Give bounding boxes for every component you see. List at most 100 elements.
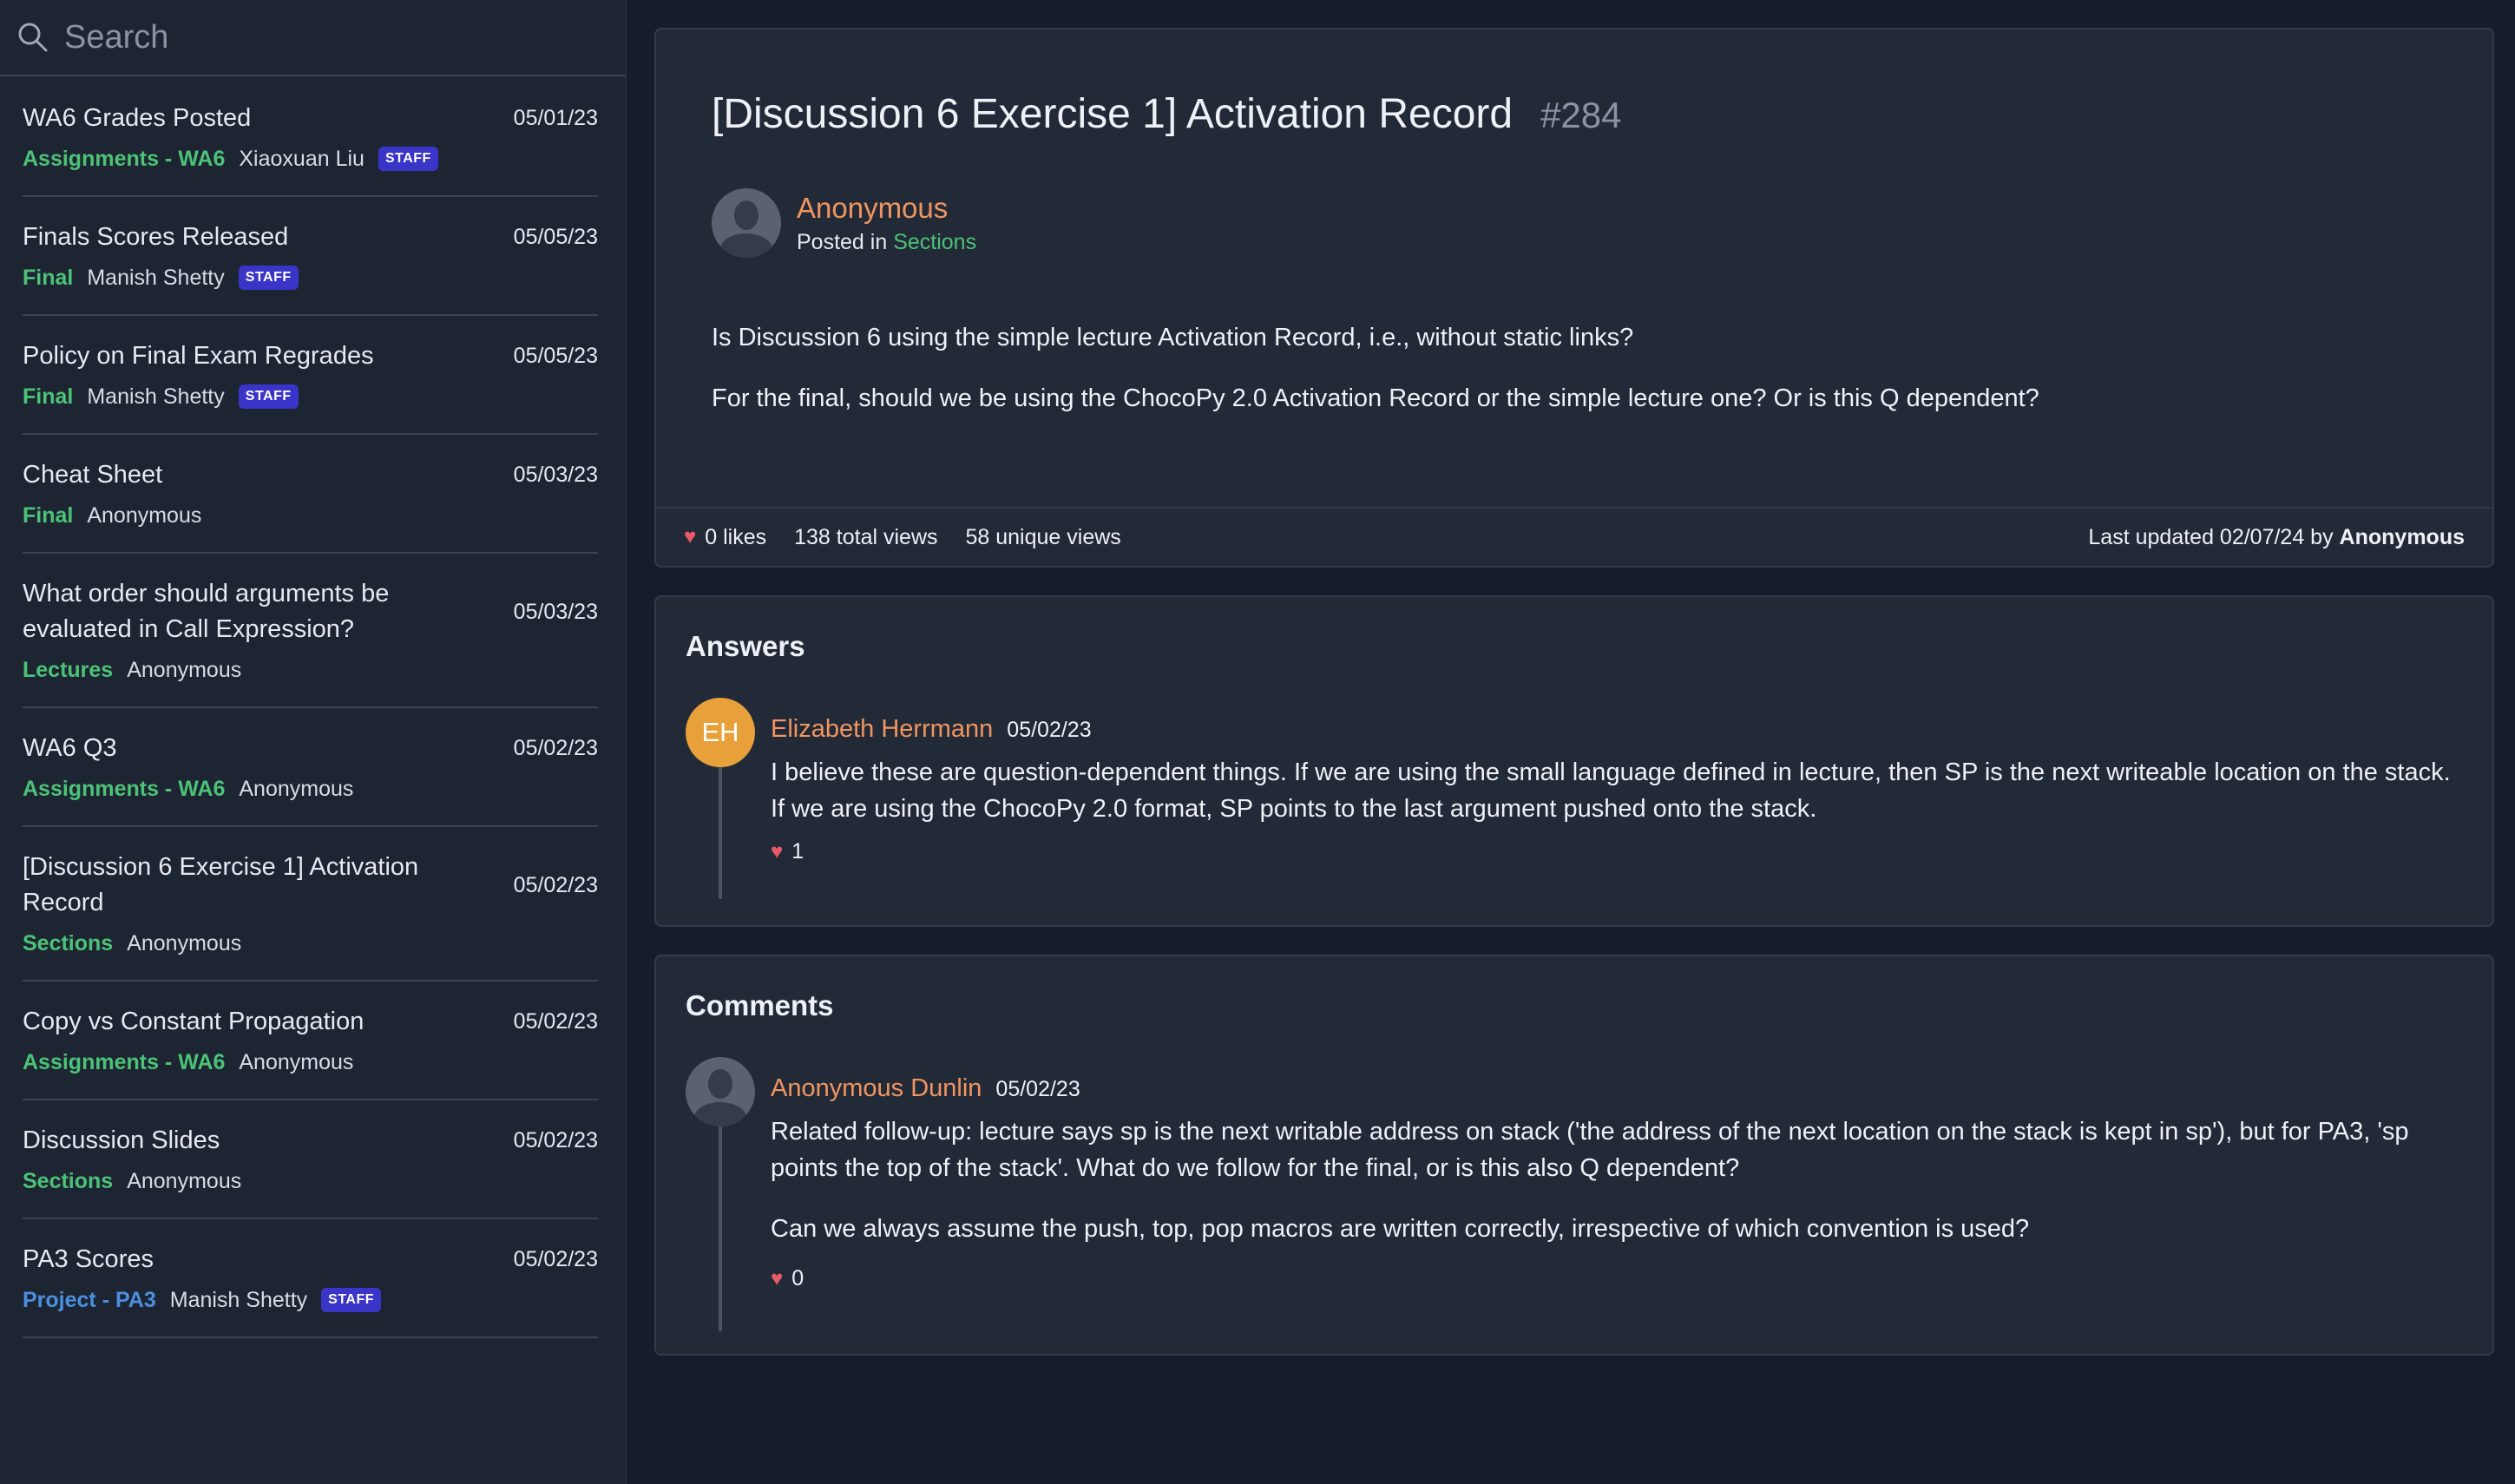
comment-author[interactable]: Anonymous Dunlin	[771, 1074, 982, 1103]
answer-author[interactable]: Elizabeth Herrmann	[771, 715, 993, 744]
post-list-category: Sections	[23, 930, 114, 955]
unique-views: 58 unique views	[965, 524, 1121, 549]
answers-card: Answers EH Elizabeth Herrmann 05/02/23 I…	[654, 595, 2494, 927]
comments-title: Comments	[686, 989, 834, 1021]
post-list-item[interactable]: What order should arguments be evaluated…	[23, 576, 598, 708]
comment-date: 05/02/23	[995, 1077, 1080, 1101]
post-list-author: Anonymous	[127, 1168, 242, 1193]
anonymous-avatar-icon	[686, 1057, 755, 1126]
comment-paragraph: Related follow-up: lecture says sp is th…	[771, 1118, 2409, 1182]
post-paragraph: Is Discussion 6 using the simple lecture…	[712, 324, 1634, 351]
comment-item: Anonymous Dunlin 05/02/23 Related follow…	[686, 1057, 2463, 1331]
post-list-title: [Discussion 6 Exercise 1] Activation Rec…	[23, 853, 419, 916]
post-content: Is Discussion 6 using the simple lecture…	[712, 320, 2437, 416]
sidebar: WA6 Grades Posted 05/01/23 Assignments - W…	[0, 0, 627, 1484]
post-list: WA6 Grades Posted 05/01/23 Assignments - W…	[0, 101, 626, 1338]
post-list-item[interactable]: WA6 Grades Posted 05/01/23 Assignments - W…	[23, 101, 598, 197]
main-content: [Discussion 6 Exercise 1] Activation Rec…	[627, 0, 2515, 1484]
post-list-author: Xiaoxuan Liu	[239, 146, 364, 171]
heart-icon[interactable]: ♥	[771, 840, 783, 864]
thread-line	[719, 767, 722, 899]
post-list-author: Anonymous	[87, 502, 202, 528]
post-list-item[interactable]: Discussion Slides 05/02/23 Sections Anonymo…	[23, 1123, 598, 1219]
posted-in-section-link[interactable]: Sections	[893, 230, 976, 254]
post-list-category: Final	[23, 502, 74, 528]
post-list-item[interactable]: Copy vs Constant Propagation 05/02/23 Assi…	[23, 1004, 598, 1100]
post-list-item[interactable]: [Discussion 6 Exercise 1] Activation Rec…	[23, 850, 598, 982]
post-title: [Discussion 6 Exercise 1] Activation Rec…	[712, 91, 1514, 137]
comment-paragraph: Can we always assume the push, top, pop …	[771, 1215, 2030, 1243]
staff-badge: STAFF	[238, 384, 299, 409]
post-list-author: Anonymous	[239, 776, 354, 801]
post-list-item[interactable]: PA3 Scores 05/02/23 Project - PA3 Manish Sh…	[23, 1242, 598, 1338]
post-list-category: Assignments - WA6	[23, 1049, 226, 1074]
comment-like-button[interactable]: ♥ 0	[771, 1266, 2463, 1291]
post-list-date: 05/02/23	[513, 1128, 598, 1152]
post-list-title: Discussion Slides	[23, 1126, 220, 1154]
post-list-author: Manish Shetty	[87, 384, 225, 409]
thread-line	[719, 1126, 722, 1331]
answer-like-button[interactable]: ♥ 1	[771, 839, 2463, 864]
posted-in-label: Posted in	[797, 229, 888, 254]
post-footer: ♥ 0 likes 138 total views 58 unique view…	[656, 509, 2492, 566]
heart-icon[interactable]: ♥	[771, 1267, 783, 1291]
post-list-date: 05/05/23	[513, 344, 598, 368]
answer-text: I believe these are question-dependent t…	[771, 758, 2451, 823]
post-author[interactable]: Anonymous	[797, 192, 976, 225]
post-paragraph: For the final, should we be using the Ch…	[712, 384, 2039, 412]
post-list-date: 05/03/23	[513, 463, 598, 487]
post-list-title: Policy on Final Exam Regrades	[23, 342, 374, 370]
total-views: 138 total views	[794, 524, 938, 549]
post-list-title: What order should arguments be evaluated…	[23, 580, 390, 643]
post-list-title: Cheat Sheet	[23, 461, 163, 489]
post-list-item[interactable]: Cheat Sheet 05/03/23 Final Anonymous	[23, 457, 598, 554]
search-input[interactable]	[64, 18, 585, 56]
answer-item: EH Elizabeth Herrmann 05/02/23 I believe…	[686, 698, 2463, 899]
post-card: [Discussion 6 Exercise 1] Activation Rec…	[654, 28, 2494, 568]
post-list-category: Sections	[23, 1168, 114, 1193]
staff-badge: STAFF	[321, 1288, 382, 1312]
post-list-date: 05/02/23	[513, 736, 598, 760]
post-list-title: PA3 Scores	[23, 1245, 154, 1273]
post-list-date: 05/02/23	[513, 872, 598, 897]
posted-in: Posted in Sections	[797, 230, 976, 255]
post-list-author: Anonymous	[239, 1049, 354, 1074]
post-list-item[interactable]: Policy on Final Exam Regrades 05/05/23 Fin…	[23, 338, 598, 435]
post-list-title: Copy vs Constant Propagation	[23, 1008, 364, 1035]
anonymous-avatar-icon	[712, 188, 781, 258]
post-list-category: Final	[23, 384, 74, 409]
post-list-date: 05/05/23	[513, 225, 598, 249]
heart-icon[interactable]: ♥	[684, 525, 696, 549]
answer-like-count: 1	[791, 839, 804, 863]
post-list-author: Anonymous	[127, 657, 242, 682]
post-list-item[interactable]: WA6 Q3 05/02/23 Assignments - WA6 Anonymous	[23, 731, 598, 827]
comments-card: Comments Anonymous Dunlin 05/02/23 Relat…	[654, 955, 2494, 1356]
comment-like-count: 0	[791, 1266, 804, 1290]
avatar: EH	[686, 698, 755, 767]
post-list-category: Lectures	[23, 657, 114, 682]
likes-count: 0 likes	[705, 524, 767, 549]
staff-badge: STAFF	[378, 147, 438, 171]
last-updated-author: Anonymous	[2339, 524, 2465, 549]
post-list-author: Manish Shetty	[87, 265, 225, 290]
post-list-date: 05/03/23	[513, 599, 598, 624]
post-list-author: Anonymous	[127, 930, 242, 955]
answers-title: Answers	[686, 630, 805, 662]
answer-date: 05/02/23	[1007, 718, 1092, 742]
app: WA6 Grades Posted 05/01/23 Assignments - W…	[0, 0, 2515, 1484]
post-list-category: Final	[23, 265, 74, 290]
post-list-item[interactable]: Finals Scores Released 05/05/23 Final Manis…	[23, 220, 598, 316]
post-number: #284	[1540, 95, 1622, 135]
last-updated: Last updated 02/07/24 by Anonymous	[2088, 525, 2465, 550]
post-list-title: Finals Scores Released	[23, 223, 289, 251]
post-list-category: Project - PA3	[23, 1287, 156, 1312]
staff-badge: STAFF	[238, 266, 299, 290]
post-list-title: WA6 Grades Posted	[23, 104, 252, 132]
search-icon	[18, 23, 48, 52]
search-bar[interactable]	[0, 0, 626, 76]
post-list-category: Assignments - WA6	[23, 776, 226, 801]
post-list-category: Assignments - WA6	[23, 146, 226, 171]
post-list-title: WA6 Q3	[23, 734, 117, 762]
last-updated-text: Last updated 02/07/24 by	[2088, 524, 2334, 549]
post-list-date: 05/01/23	[513, 106, 598, 130]
